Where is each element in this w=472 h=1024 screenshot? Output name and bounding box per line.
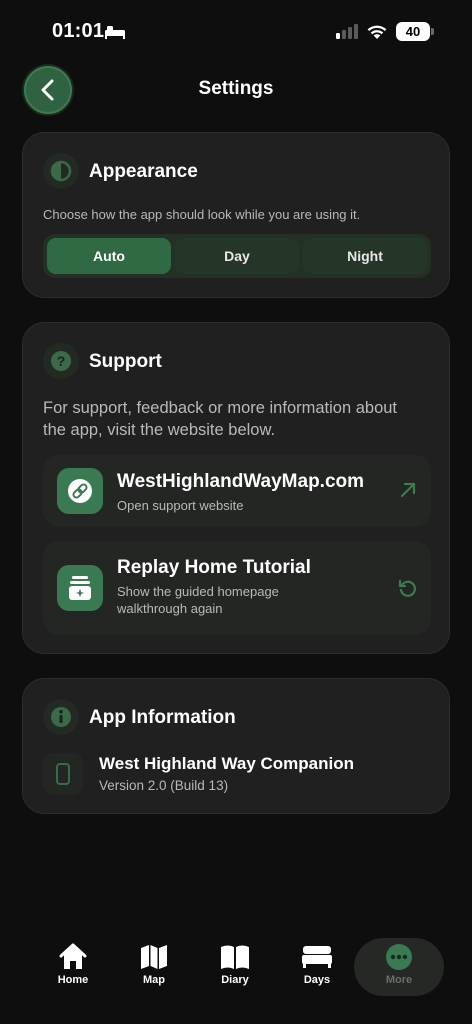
tab-diary-label: Diary	[221, 974, 249, 986]
tab-map[interactable]: Map	[122, 942, 186, 986]
battery-indicator: 40	[396, 22, 434, 41]
appearance-option-day[interactable]: Day	[175, 238, 299, 274]
appearance-option-auto[interactable]: Auto	[47, 238, 171, 274]
support-description-line: the app, visit the website below.	[43, 421, 276, 439]
more-icon	[386, 944, 412, 970]
page-title: Settings	[198, 78, 274, 99]
support-description: For support, feedback or more informatio…	[43, 397, 397, 441]
phone-icon	[43, 753, 83, 795]
info-icon	[43, 699, 79, 735]
tab-map-label: Map	[143, 974, 165, 986]
wifi-icon	[367, 25, 387, 39]
app-information-card: App Information West Highland Way Compan…	[22, 678, 450, 814]
sleep-bed-icon	[105, 26, 125, 39]
tab-home[interactable]: Home	[41, 942, 105, 986]
appearance-card: Appearance Choose how the app should loo…	[22, 132, 450, 298]
replay-arrow-icon	[398, 579, 416, 597]
replay-tutorial-button[interactable]: Replay Home Tutorial Show the guided hom…	[43, 541, 431, 635]
home-icon	[59, 943, 87, 969]
tutorial-title: Replay Home Tutorial	[117, 557, 311, 578]
website-subtitle: Open support website	[117, 498, 244, 513]
tutorial-icon	[57, 565, 103, 611]
appearance-description: Choose how the app should look while you…	[43, 207, 361, 222]
website-title: WestHighlandWayMap.com	[117, 471, 365, 492]
support-title: Support	[89, 351, 162, 372]
tutorial-subtitle-line: Show the guided homepage	[117, 584, 279, 599]
tab-more[interactable]: More	[367, 942, 431, 986]
question-icon: ?	[43, 343, 79, 379]
app-information-title: App Information	[89, 707, 236, 728]
tab-bar: Home Map Diary Days More	[0, 932, 472, 1002]
tab-days[interactable]: Days	[285, 942, 349, 986]
link-icon	[57, 468, 103, 514]
tutorial-subtitle: Show the guided homepage walkthrough aga…	[117, 583, 337, 617]
book-icon	[221, 945, 249, 969]
app-version: Version 2.0 (Build 13)	[99, 778, 229, 793]
arrow-up-right-icon	[400, 482, 416, 498]
tab-home-label: Home	[57, 974, 89, 986]
tab-more-label: More	[385, 974, 413, 986]
support-website-link[interactable]: WestHighlandWayMap.com Open support webs…	[43, 455, 431, 527]
app-name: West Highland Way Companion	[99, 754, 355, 773]
svg-text:?: ?	[57, 353, 66, 369]
tab-days-label: Days	[303, 974, 331, 986]
appearance-option-night[interactable]: Night	[303, 238, 427, 274]
bed-icon	[302, 946, 332, 968]
cell-signal-icon	[336, 24, 358, 39]
appearance-segmented-control: Auto Day Night	[43, 234, 431, 278]
tutorial-subtitle-line: walkthrough again	[117, 601, 223, 616]
status-bar: 01:01 40	[0, 0, 472, 64]
contrast-icon	[43, 153, 79, 189]
tab-diary[interactable]: Diary	[203, 942, 267, 986]
support-description-line: For support, feedback or more informatio…	[43, 399, 398, 417]
map-icon	[141, 945, 167, 969]
support-card: ? Support For support, feedback or more …	[22, 322, 450, 654]
status-time: 01:01	[52, 20, 105, 42]
appearance-title: Appearance	[89, 161, 198, 182]
